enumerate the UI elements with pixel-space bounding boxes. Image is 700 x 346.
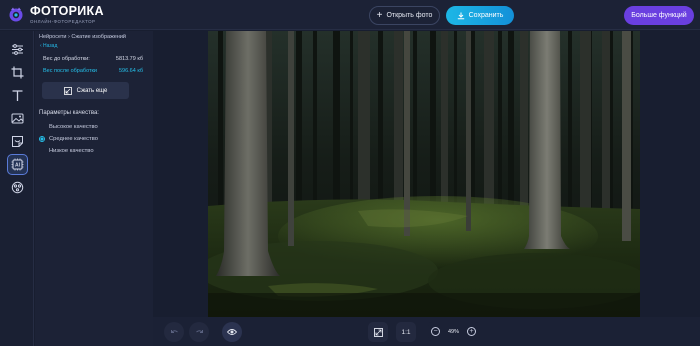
ai-tool[interactable]: AI <box>7 154 28 175</box>
zoom-out-icon[interactable]: − <box>431 327 440 336</box>
forest-image <box>208 31 640 317</box>
save-button[interactable]: Сохранить <box>446 6 514 25</box>
zoom-value: 49% <box>447 328 459 335</box>
breadcrumb[interactable]: Нейросети › Сжатие изображений <box>39 34 126 40</box>
fit-screen-button[interactable] <box>368 322 388 342</box>
weight-after-label: Вес после обработки <box>43 68 98 74</box>
undo-button[interactable] <box>164 322 184 342</box>
back-link[interactable]: ‹ Назад <box>40 43 57 49</box>
actual-size-button[interactable]: 1:1 <box>396 322 416 342</box>
quality-option-high[interactable]: Высокое качество <box>39 124 98 130</box>
crop-icon <box>11 66 24 79</box>
image-tool[interactable] <box>7 108 28 129</box>
adjust-tool[interactable] <box>7 39 28 60</box>
zoom-in-icon[interactable]: + <box>466 327 476 336</box>
logo[interactable]: ФОТОРИКА ОНЛАЙН-ФОТОРЕДАКТОР <box>8 5 104 24</box>
text-tool[interactable] <box>7 85 28 106</box>
quality-option-label: Среднее качество <box>49 136 98 142</box>
quality-option-label: Низкое качество <box>49 148 94 154</box>
ai-icon: AI <box>11 158 24 171</box>
more-features-label: Больше функций <box>631 12 687 19</box>
open-photo-label: Открыть фото <box>386 12 433 19</box>
weight-before-value: 5813.79 кб <box>115 56 143 62</box>
sticker-icon <box>12 136 23 147</box>
redo-button[interactable] <box>189 322 209 342</box>
logo-icon <box>9 7 23 22</box>
save-label: Сохранить <box>468 12 504 19</box>
sticker-tool[interactable] <box>7 131 28 152</box>
eye-icon <box>227 329 237 335</box>
effects-tool[interactable] <box>7 177 28 198</box>
app-subtitle: ОНЛАЙН-ФОТОРЕДАКТОР <box>30 18 96 24</box>
weight-after-value: 596.64 кб <box>118 68 143 74</box>
compress-icon <box>63 86 72 95</box>
weight-after-row: Вес после обработки 596.64 кб <box>43 68 143 74</box>
adjust-icon <box>12 44 23 55</box>
open-photo-button[interactable]: + Открыть фото <box>369 6 440 25</box>
plus-icon: + <box>376 9 383 21</box>
weight-before-label: Вес до обработки: <box>43 56 90 62</box>
compress-more-button[interactable]: Сжать еще <box>42 82 129 99</box>
crop-tool[interactable] <box>7 62 28 83</box>
fit-screen-icon <box>373 327 383 337</box>
actual-size-label: 1:1 <box>401 328 411 336</box>
undo-icon <box>170 329 178 333</box>
svg-text:AI: AI <box>15 163 21 169</box>
zoom-control: − 49% + <box>428 322 479 341</box>
text-icon <box>12 90 23 101</box>
weight-before-row: Вес до обработки: 5813.79 кб <box>43 56 143 62</box>
effects-icon <box>11 181 24 194</box>
forest-photo[interactable] <box>208 31 640 317</box>
quality-params-title: Параметры качества: <box>39 110 99 116</box>
compress-more-label: Сжать еще <box>76 87 108 94</box>
more-features-button[interactable]: Больше функций <box>624 6 694 25</box>
quality-option-label: Высокое качество <box>49 124 98 130</box>
compression-panel: Нейросети › Сжатие изображений ‹ Назад В… <box>35 31 153 346</box>
app-title: ФОТОРИКА <box>30 4 104 18</box>
radio-button-selected[interactable] <box>39 136 45 142</box>
preview-toggle-button[interactable] <box>222 322 242 342</box>
tool-sidebar: AI <box>0 31 34 346</box>
top-bar: ФОТОРИКА ОНЛАЙН-ФОТОРЕДАКТОР + Открыть ф… <box>0 0 700 30</box>
quality-option-low[interactable]: Низкое качество <box>39 148 94 154</box>
quality-option-medium[interactable]: Среднее качество <box>39 136 98 142</box>
redo-icon <box>195 329 203 333</box>
image-icon <box>11 113 24 124</box>
download-icon <box>457 12 464 19</box>
